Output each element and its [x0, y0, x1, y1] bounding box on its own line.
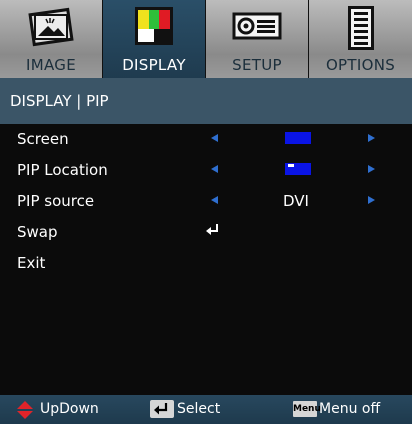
- left-arrow-icon[interactable]: [211, 134, 218, 142]
- tab-options[interactable]: OPTIONS: [309, 0, 412, 78]
- right-arrow-icon[interactable]: [368, 196, 375, 204]
- menu-item-label: Swap: [17, 223, 58, 241]
- help-bar: UpDown Select Menu Menu off: [0, 395, 412, 424]
- enter-key-icon: [150, 400, 174, 418]
- menu-off-hint: Menu off: [319, 401, 381, 417]
- menu-item-screen[interactable]: Screen: [0, 124, 412, 155]
- right-arrow-icon[interactable]: [368, 165, 375, 173]
- select-hint: Select: [177, 401, 221, 417]
- tab-setup[interactable]: SETUP: [206, 0, 308, 78]
- left-arrow-icon[interactable]: [211, 165, 218, 173]
- menu-item-label: Screen: [17, 130, 69, 148]
- updown-arrows-icon: [16, 401, 34, 423]
- menu-list: Screen PIP Location PIP source DVI Swap: [0, 124, 412, 395]
- tab-label: OPTIONS: [325, 56, 396, 74]
- menu-item-exit[interactable]: Exit: [0, 248, 412, 279]
- menu-item-pip-location[interactable]: PIP Location: [0, 155, 412, 186]
- setup-projector-icon: [232, 6, 282, 46]
- tab-image[interactable]: IMAGE: [0, 0, 102, 78]
- tab-display[interactable]: DISPLAY: [103, 0, 205, 78]
- updown-hint: UpDown: [40, 401, 99, 417]
- image-icon: [26, 6, 76, 54]
- tab-label: DISPLAY: [122, 56, 186, 74]
- enter-icon[interactable]: [205, 222, 221, 241]
- menu-item-label: PIP source: [17, 192, 95, 210]
- menu-key-icon: Menu: [293, 401, 321, 417]
- menu-item-label: PIP Location: [17, 161, 108, 179]
- menu-item-label: Exit: [17, 254, 46, 272]
- right-arrow-icon[interactable]: [368, 134, 375, 142]
- tab-label: IMAGE: [26, 56, 76, 74]
- projector-osd: IMAGE DISPLAY SETUP OPTIONS DISPLAY | PI…: [0, 0, 412, 424]
- screen-color-swatch: [285, 132, 311, 144]
- pip-location-icon: [285, 163, 311, 175]
- tab-label: SETUP: [232, 56, 282, 74]
- pip-source-value: DVI: [283, 192, 309, 210]
- page-title: DISPLAY | PIP: [0, 78, 412, 124]
- options-icon: [347, 6, 374, 54]
- pip-window-marker: [288, 164, 294, 167]
- display-icon: [134, 6, 174, 50]
- tab-bar: IMAGE DISPLAY SETUP OPTIONS: [0, 0, 412, 78]
- left-arrow-icon[interactable]: [211, 196, 218, 204]
- menu-item-pip-source[interactable]: PIP source DVI: [0, 186, 412, 217]
- menu-item-swap[interactable]: Swap: [0, 217, 412, 248]
